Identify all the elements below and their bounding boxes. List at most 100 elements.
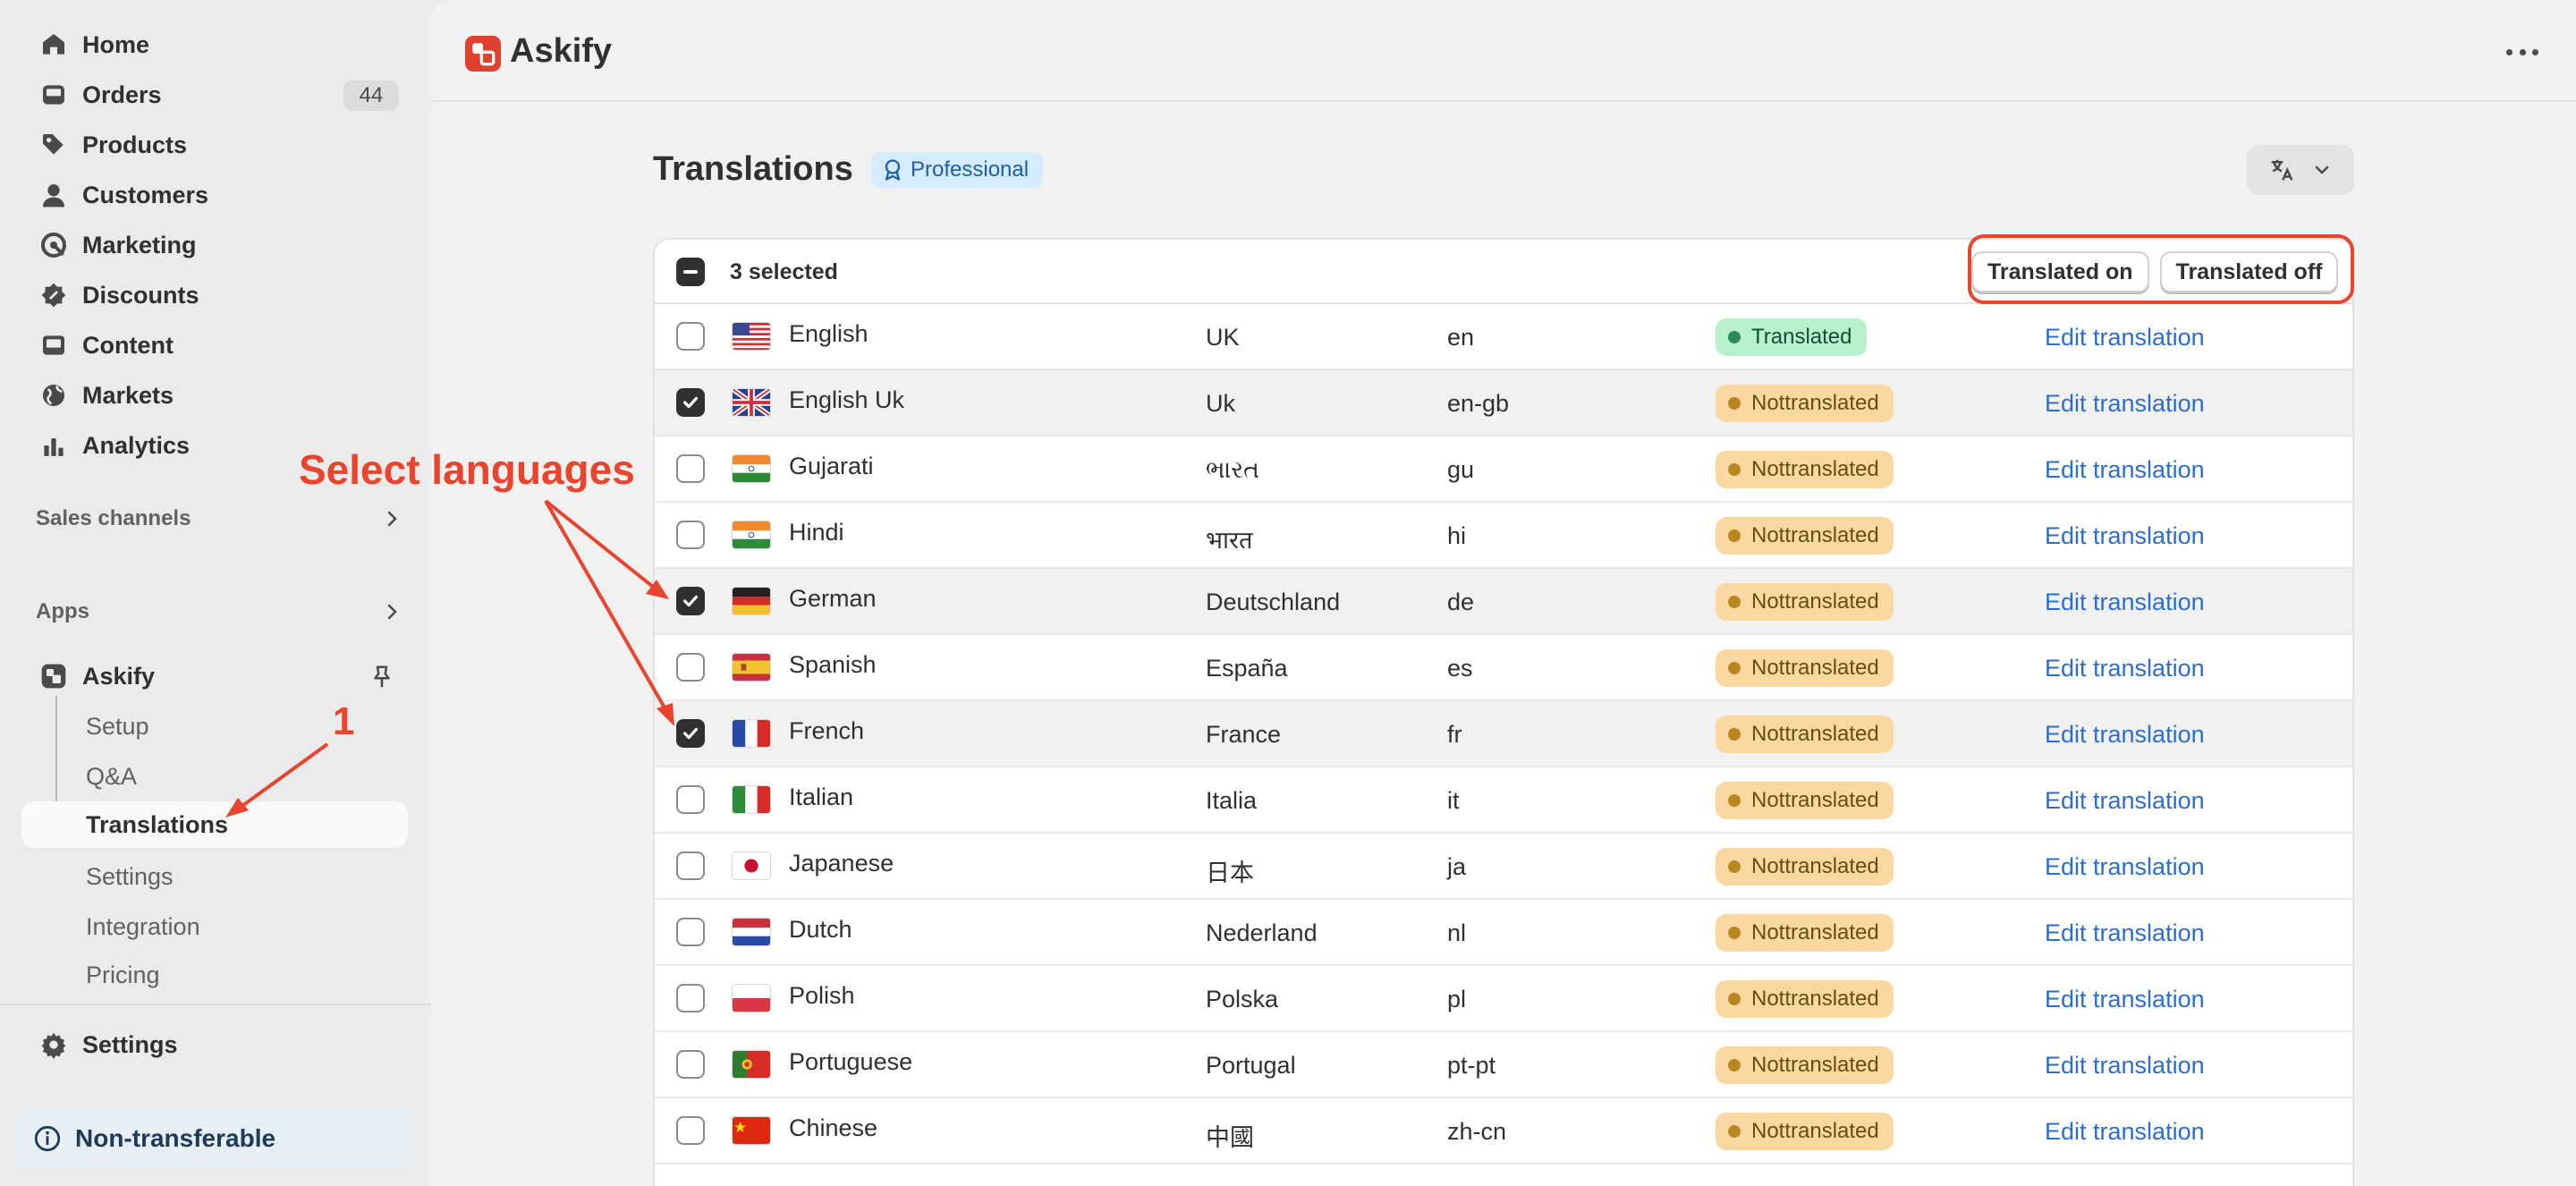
language-region: UK: [1206, 324, 1240, 351]
nav-label: Markets: [82, 381, 174, 409]
subnav-integration[interactable]: Integration: [21, 903, 408, 950]
status-label: Nottranslated: [1751, 854, 1879, 878]
row-checkbox[interactable]: [676, 719, 705, 748]
table-row[interactable]: Dutch Nederland nl Nottranslated Edit transl…: [655, 900, 2352, 966]
row-checkbox[interactable]: [676, 1050, 705, 1079]
row-checkbox[interactable]: [676, 851, 705, 880]
translated-on-button[interactable]: Translated on: [1971, 251, 2149, 292]
language-region: Uk: [1206, 390, 1235, 417]
nav-marketing[interactable]: Marketing: [21, 222, 406, 268]
select-all-checkbox[interactable]: [676, 258, 705, 286]
status-dot: [1728, 529, 1741, 542]
table-row[interactable]: Gujarati ભારત gu Nottranslated Edit translat…: [655, 436, 2352, 503]
row-checkbox[interactable]: [676, 322, 705, 351]
row-checkbox[interactable]: [676, 521, 705, 549]
edit-translation-link[interactable]: Edit translation: [2045, 522, 2205, 550]
page-title: Translations: [653, 150, 853, 188]
status-badge: Nottranslated: [1716, 980, 1894, 1018]
status-dot: [1728, 794, 1741, 807]
nav-label: Home: [82, 30, 150, 58]
language-code: pl: [1447, 986, 1467, 1012]
nav-content[interactable]: Content: [21, 322, 406, 369]
row-checkbox[interactable]: [676, 653, 705, 682]
language-region: Deutschland: [1206, 589, 1341, 615]
row-checkbox[interactable]: [676, 984, 705, 1012]
table-row[interactable]: Chinese 中國 zh-cn Nottranslated Edit translat…: [655, 1098, 2352, 1165]
selected-count: 3 selected: [730, 259, 838, 284]
translated-off-button[interactable]: Translated off: [2159, 251, 2339, 292]
pin-icon[interactable]: [369, 664, 395, 690]
inbox-icon: [38, 79, 70, 111]
edit-translation-link[interactable]: Edit translation: [2045, 721, 2205, 749]
row-checkbox[interactable]: [676, 918, 705, 946]
nav-discounts[interactable]: Discounts: [21, 272, 406, 318]
edit-translation-link[interactable]: Edit translation: [2045, 655, 2205, 682]
language-switcher-button[interactable]: [2247, 145, 2354, 195]
subnav-pricing[interactable]: Pricing: [21, 952, 408, 998]
section-label: Sales channels: [36, 506, 191, 530]
subnav-settings[interactable]: Settings: [21, 853, 408, 900]
table-row[interactable]: German Deutschland de Nottranslated Edit tra…: [655, 569, 2352, 635]
sales-channels-section[interactable]: Sales channels: [36, 501, 402, 537]
table-row[interactable]: English UK en Translated Edit translation: [655, 304, 2352, 370]
table-row[interactable]: Polish Polska pl Nottranslated Edit translat…: [655, 966, 2352, 1032]
table-row[interactable]: Italian Italia it Nottranslated Edit transla…: [655, 767, 2352, 834]
notice-label: Non-transferable: [75, 1124, 276, 1152]
edit-translation-link[interactable]: Edit translation: [2045, 1052, 2205, 1080]
nav-orders[interactable]: Orders 44: [21, 72, 406, 118]
edit-translation-link[interactable]: Edit translation: [2045, 456, 2205, 484]
nav-label: Settings: [82, 1030, 178, 1058]
language-code: it: [1447, 787, 1460, 814]
chevron-down-icon: [2315, 165, 2329, 174]
row-checkbox[interactable]: [676, 587, 705, 615]
status-badge: Nottranslated: [1716, 649, 1894, 687]
edit-translation-link[interactable]: Edit translation: [2045, 1118, 2205, 1146]
edit-translation-link[interactable]: Edit translation: [2045, 589, 2205, 616]
apps-section[interactable]: Apps: [36, 594, 402, 630]
status-badge: Nottranslated: [1716, 517, 1894, 555]
language-name: Italian: [789, 784, 854, 810]
row-checkbox[interactable]: [676, 785, 705, 814]
nav-markets[interactable]: Markets: [21, 372, 406, 419]
nav-label: Marketing: [82, 231, 197, 258]
gear-icon: [38, 1029, 70, 1061]
table-row[interactable]: French France fr Nottranslated Edit translat…: [655, 701, 2352, 767]
subnav-translations[interactable]: Translations: [21, 801, 408, 848]
more-actions-icon[interactable]: [2506, 41, 2538, 63]
language-name: Japanese: [789, 850, 894, 877]
edit-translation-link[interactable]: Edit translation: [2045, 986, 2205, 1013]
nav-app-askify[interactable]: Askify: [21, 653, 406, 699]
language-region: España: [1206, 655, 1288, 682]
cn-flag-icon: [732, 1116, 771, 1145]
row-checkbox[interactable]: [676, 1116, 705, 1145]
nav-home[interactable]: Home: [21, 21, 406, 68]
status-badge: Nottranslated: [1716, 1113, 1894, 1150]
language-name: Chinese: [789, 1114, 878, 1141]
table-row[interactable]: Hindi भारत hi Nottranslated Edit translation: [655, 503, 2352, 569]
table-row[interactable]: English Uk Uk en-gb Nottranslated Edit trans…: [655, 370, 2352, 436]
status-label: Nottranslated: [1751, 788, 1879, 812]
edit-translation-link[interactable]: Edit translation: [2045, 853, 2205, 881]
subnav-label: Setup: [86, 712, 149, 740]
nav-settings[interactable]: Settings: [21, 1021, 406, 1068]
nav-products[interactable]: Products: [21, 122, 406, 168]
row-checkbox[interactable]: [676, 454, 705, 483]
nav-label: Askify: [82, 662, 156, 690]
edit-translation-link[interactable]: Edit translation: [2045, 324, 2205, 352]
status-label: Nottranslated: [1751, 1053, 1879, 1077]
language-name: Polish: [789, 982, 855, 1009]
table-row[interactable]: Japanese 日本 ja Nottranslated Edit translatio…: [655, 834, 2352, 900]
table-row[interactable]: Portuguese Portugal pt-pt Nottranslated Edit…: [655, 1032, 2352, 1098]
edit-translation-link[interactable]: Edit translation: [2045, 390, 2205, 418]
edit-translation-link[interactable]: Edit translation: [2045, 919, 2205, 947]
row-checkbox[interactable]: [676, 388, 705, 417]
fr-flag-icon: [732, 719, 771, 748]
edit-translation-link[interactable]: Edit translation: [2045, 787, 2205, 815]
status-label: Nottranslated: [1751, 523, 1879, 547]
table-row[interactable]: Spanish España es Nottranslated Edit transla…: [655, 635, 2352, 701]
nav-customers[interactable]: Customers: [21, 172, 406, 218]
orders-count-badge: 44: [343, 80, 399, 111]
subnav-qa[interactable]: Q&A: [21, 753, 408, 800]
status-badge: Nottranslated: [1716, 914, 1894, 952]
non-transferable-notice[interactable]: Non-transferable: [14, 1107, 415, 1170]
